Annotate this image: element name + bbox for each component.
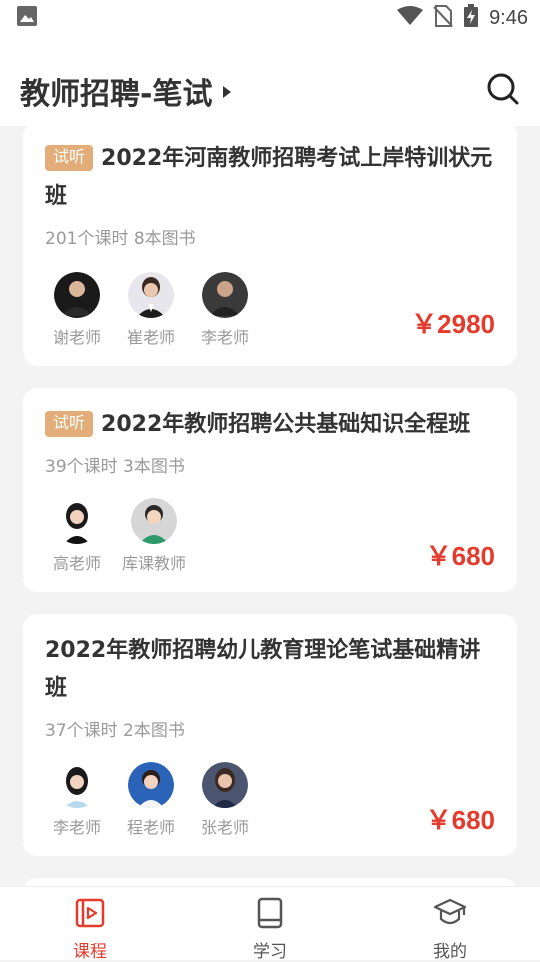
teacher-name: 张老师	[200, 818, 249, 837]
image-notification-icon	[16, 5, 38, 31]
teacher-name: 崔老师	[126, 328, 175, 347]
tab-mine[interactable]: 我的	[360, 887, 540, 962]
status-bar: 9:46	[0, 0, 540, 36]
course-price: ￥680	[425, 541, 495, 571]
teacher-name: 李老师	[200, 328, 249, 347]
course-card[interactable]: 试听2022年河南教师招聘考试上岸特训状元班 201个课时 8本图书 谢老师	[23, 126, 517, 366]
trial-badge: 试听	[45, 145, 94, 171]
wifi-icon	[397, 6, 424, 30]
bottom-tab-bar: 课程 学习 我的	[0, 886, 540, 962]
course-meta: 39个课时 3本图书	[45, 457, 185, 477]
teacher-name: 程老师	[126, 818, 175, 837]
avatar	[202, 762, 248, 808]
course-list[interactable]: 试听2022年河南教师招聘考试上岸特训状元班 201个课时 8本图书 谢老师	[0, 126, 540, 886]
app-header: 教师招聘-笔试	[0, 36, 540, 126]
teacher-item: 李老师	[193, 272, 257, 348]
teacher-list: 高老师 库课教师	[45, 498, 189, 574]
teacher-item: 高老师	[45, 498, 109, 574]
teacher-item: 谢老师	[45, 272, 109, 348]
course-meta: 201个课时 8本图书	[45, 229, 196, 249]
course-title: 试听 2022年河南教师招聘考试上岸特训状元班	[45, 145, 493, 209]
teacher-item: 李老师	[45, 762, 109, 838]
battery-charging-icon	[463, 4, 479, 32]
page-title[interactable]: 教师招聘-笔试	[20, 69, 212, 113]
avatar	[54, 762, 100, 808]
avatar	[128, 762, 174, 808]
course-title: 试听 2022年教师招聘公共基础知识全程班	[45, 406, 495, 444]
avatar	[54, 272, 100, 318]
teacher-name: 谢老师	[52, 328, 101, 347]
avatar	[202, 272, 248, 318]
teacher-list: 谢老师 崔老师 李老师	[45, 272, 257, 348]
teacher-name: 李老师	[52, 818, 101, 837]
caret-right-icon[interactable]	[222, 84, 232, 103]
graduation-cap-icon	[433, 897, 467, 933]
teacher-item: 崔老师	[119, 272, 183, 348]
course-card[interactable]: 2022年教师招聘幼儿教育理论笔试基础精讲班 37个课时 2本图书 李老师 程老…	[23, 614, 517, 856]
avatar	[128, 272, 174, 318]
avatar	[131, 498, 177, 544]
course-price: ￥680	[425, 805, 495, 835]
tab-study[interactable]: 学习	[180, 887, 360, 962]
search-icon[interactable]	[486, 72, 520, 110]
tab-label: 学习	[253, 942, 287, 962]
tab-label: 课程	[73, 942, 107, 962]
teacher-item: 张老师	[193, 762, 257, 838]
avatar	[54, 498, 100, 544]
teacher-list: 李老师 程老师 张老师	[45, 762, 257, 838]
teacher-name: 高老师	[52, 554, 101, 573]
teacher-item: 程老师	[119, 762, 183, 838]
course-meta: 37个课时 2本图书	[45, 721, 185, 741]
clock-time: 9:46	[489, 6, 528, 29]
book-icon	[254, 897, 286, 933]
course-card[interactable]: 试听 2022年教师招聘公共基础知识全程班 39个课时 3本图书 高老师 库课教…	[23, 388, 517, 592]
no-sim-icon	[433, 5, 453, 31]
course-price: ￥2980	[411, 309, 495, 339]
video-course-icon	[74, 897, 106, 933]
course-card[interactable]	[23, 878, 517, 886]
teacher-item: 库课教师	[119, 498, 189, 574]
tab-label: 我的	[433, 942, 467, 962]
teacher-name: 库课教师	[121, 554, 186, 573]
tab-courses[interactable]: 课程	[0, 887, 180, 962]
trial-badge: 试听	[45, 411, 94, 437]
course-title: 2022年教师招聘幼儿教育理论笔试基础精讲班	[45, 638, 481, 701]
